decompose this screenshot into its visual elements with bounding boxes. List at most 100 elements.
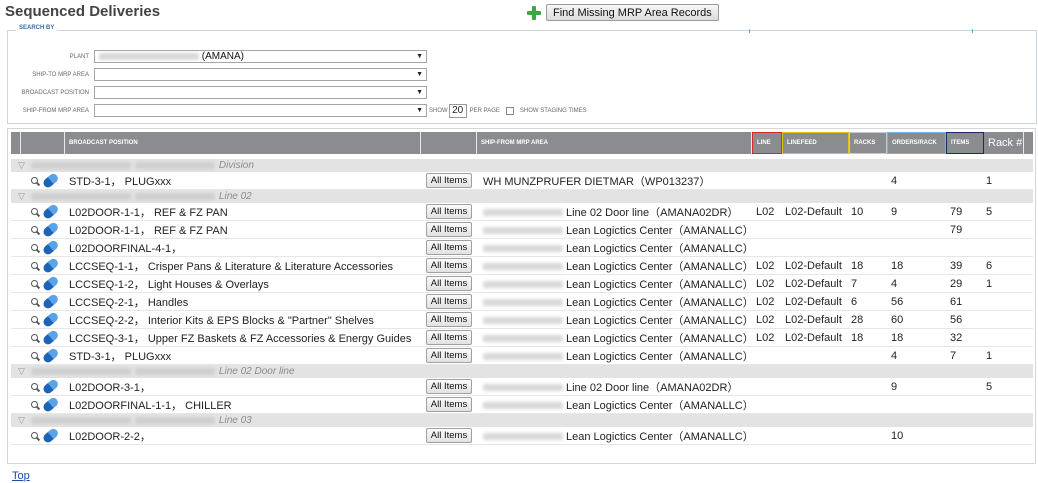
- all-items-button[interactable]: All Items: [425, 240, 473, 255]
- ship-from-select[interactable]: ▼: [94, 104, 427, 117]
- linefeed-cell: L02-Default: [785, 331, 842, 344]
- linefeed-cell: L02-Default: [785, 205, 842, 218]
- group-header[interactable]: ▽ Line 02 Door line: [11, 365, 1033, 378]
- magnifier-icon[interactable]: [31, 351, 39, 360]
- broadcast-position-cell: L02DOOR-2-2，: [69, 430, 151, 443]
- header-racks[interactable]: RACKS: [849, 132, 887, 154]
- capsule-icon[interactable]: [42, 396, 61, 414]
- header-linefeed[interactable]: LINEFEED: [782, 132, 849, 154]
- top-link[interactable]: Top: [12, 470, 30, 482]
- all-items-button[interactable]: All Items: [425, 294, 473, 309]
- linefeed-cell: L02-Default: [785, 295, 842, 308]
- linefeed-cell: L02-Default: [785, 277, 842, 290]
- ship-from-cell: Lean Logictics Center（AMANALLC）: [477, 276, 752, 292]
- ship-from-text: Lean Logictics Center（AMANALLC）: [566, 242, 752, 255]
- redacted-text: [134, 193, 215, 200]
- capsule-icon[interactable]: [42, 329, 61, 347]
- find-missing-button[interactable]: Find Missing MRP Area Records: [546, 4, 719, 21]
- capsule-icon[interactable]: [42, 221, 61, 239]
- magnifier-icon[interactable]: [31, 431, 39, 440]
- row-actions: [11, 176, 65, 186]
- magnifier-icon[interactable]: [31, 400, 39, 409]
- ship-from-cell: Lean Logictics Center（AMANALLC）: [477, 428, 752, 444]
- items-cell: 29: [950, 277, 963, 290]
- all-items-button[interactable]: All Items: [425, 204, 473, 219]
- magnifier-icon[interactable]: [31, 382, 39, 391]
- all-items-button[interactable]: All Items: [425, 330, 473, 345]
- row-actions: [11, 225, 65, 235]
- all-items-button[interactable]: All Items: [425, 173, 473, 188]
- capsule-icon[interactable]: [42, 275, 61, 293]
- all-items-cell: All Items: [421, 330, 477, 345]
- line-cell: L02: [756, 205, 775, 218]
- row-actions: [11, 333, 65, 343]
- dropdown-arrow-icon: ▼: [416, 107, 423, 114]
- row-actions: [11, 431, 65, 441]
- group-header[interactable]: ▽ Line 02: [11, 190, 1033, 203]
- header-ship-from[interactable]: SHIP-FROM MRP AREA: [477, 132, 752, 154]
- capsule-icon[interactable]: [42, 172, 61, 190]
- line-cell: L02: [756, 277, 775, 290]
- magnifier-icon[interactable]: [31, 176, 39, 185]
- capsule-icon[interactable]: [42, 203, 61, 221]
- magnifier-icon[interactable]: [31, 297, 39, 306]
- all-items-cell: All Items: [421, 379, 477, 394]
- magnifier-icon[interactable]: [31, 333, 39, 342]
- collapse-triangle-icon[interactable]: ▽: [18, 415, 25, 426]
- racks-cell: 28: [851, 313, 864, 326]
- ship-to-select[interactable]: ▼: [94, 68, 427, 81]
- capsule-icon[interactable]: [42, 427, 61, 445]
- broadcast-position-cell: L02DOOR-1-1， REF & FZ PAN: [69, 224, 228, 237]
- rack-cell: 5: [986, 205, 993, 218]
- group-header[interactable]: ▽ Division: [11, 159, 1033, 172]
- group-header[interactable]: ▽ Line 03: [11, 414, 1033, 427]
- all-items-button[interactable]: All Items: [425, 428, 473, 443]
- page-size-input[interactable]: 20: [448, 103, 467, 118]
- all-items-cell: All Items: [421, 294, 477, 309]
- find-missing-wrap: Find Missing MRP Area Records: [527, 4, 719, 21]
- header-broadcast[interactable]: BROADCAST POSITION: [65, 132, 421, 154]
- all-items-button[interactable]: All Items: [425, 276, 473, 291]
- row-actions: [11, 261, 65, 271]
- all-items-button[interactable]: All Items: [425, 348, 473, 363]
- capsule-icon[interactable]: [42, 378, 61, 396]
- row-actions: [11, 382, 65, 392]
- header-rack-num[interactable]: Rack #: [984, 132, 1024, 154]
- collapse-triangle-icon[interactable]: ▽: [18, 191, 25, 202]
- table-row: L02DOORFINAL-4-1， All Items Lean Logictics…: [11, 239, 1033, 257]
- redacted-text: [483, 209, 563, 217]
- capsule-icon[interactable]: [42, 257, 61, 275]
- magnifier-icon[interactable]: [31, 207, 39, 216]
- ship-from-cell: Lean Logictics Center（AMANALLC）: [477, 397, 752, 413]
- header-line[interactable]: LINE: [752, 132, 782, 154]
- ship-from-cell: Lean Logictics Center（AMANALLC）: [477, 222, 752, 238]
- collapse-triangle-icon[interactable]: ▽: [18, 160, 25, 171]
- capsule-icon[interactable]: [42, 347, 61, 365]
- redacted-text: [99, 52, 199, 60]
- redacted-text: [483, 384, 563, 392]
- plant-select[interactable]: (AMANA) ▼: [94, 50, 427, 63]
- magnifier-icon[interactable]: [31, 243, 39, 252]
- header-orders-rack[interactable]: ORDERS/RACK: [887, 132, 946, 154]
- broadcast-position-cell: LCCSEQ-3-1， Upper FZ Baskets & FZ Access…: [69, 332, 412, 345]
- linefeed-cell: L02-Default: [785, 313, 842, 326]
- capsule-icon[interactable]: [42, 293, 61, 311]
- all-items-button[interactable]: All Items: [425, 312, 473, 327]
- capsule-icon[interactable]: [42, 239, 61, 257]
- collapse-triangle-icon[interactable]: ▽: [18, 366, 25, 377]
- all-items-button[interactable]: All Items: [425, 258, 473, 273]
- header-items[interactable]: ITEMS: [946, 132, 984, 154]
- capsule-icon[interactable]: [42, 311, 61, 329]
- all-items-button[interactable]: All Items: [425, 379, 473, 394]
- plus-icon[interactable]: [527, 5, 541, 20]
- all-items-button[interactable]: All Items: [425, 397, 473, 412]
- magnifier-icon[interactable]: [31, 279, 39, 288]
- magnifier-icon[interactable]: [31, 261, 39, 270]
- magnifier-icon[interactable]: [31, 315, 39, 324]
- all-items-button[interactable]: All Items: [425, 222, 473, 237]
- staging-checkbox[interactable]: [505, 106, 514, 115]
- table-row: STD-3-1， PLUGxxx All Items WH MUNZPRUFER D…: [11, 172, 1033, 190]
- redacted-text: [483, 281, 563, 289]
- broadcast-select[interactable]: ▼: [94, 86, 427, 99]
- magnifier-icon[interactable]: [31, 225, 39, 234]
